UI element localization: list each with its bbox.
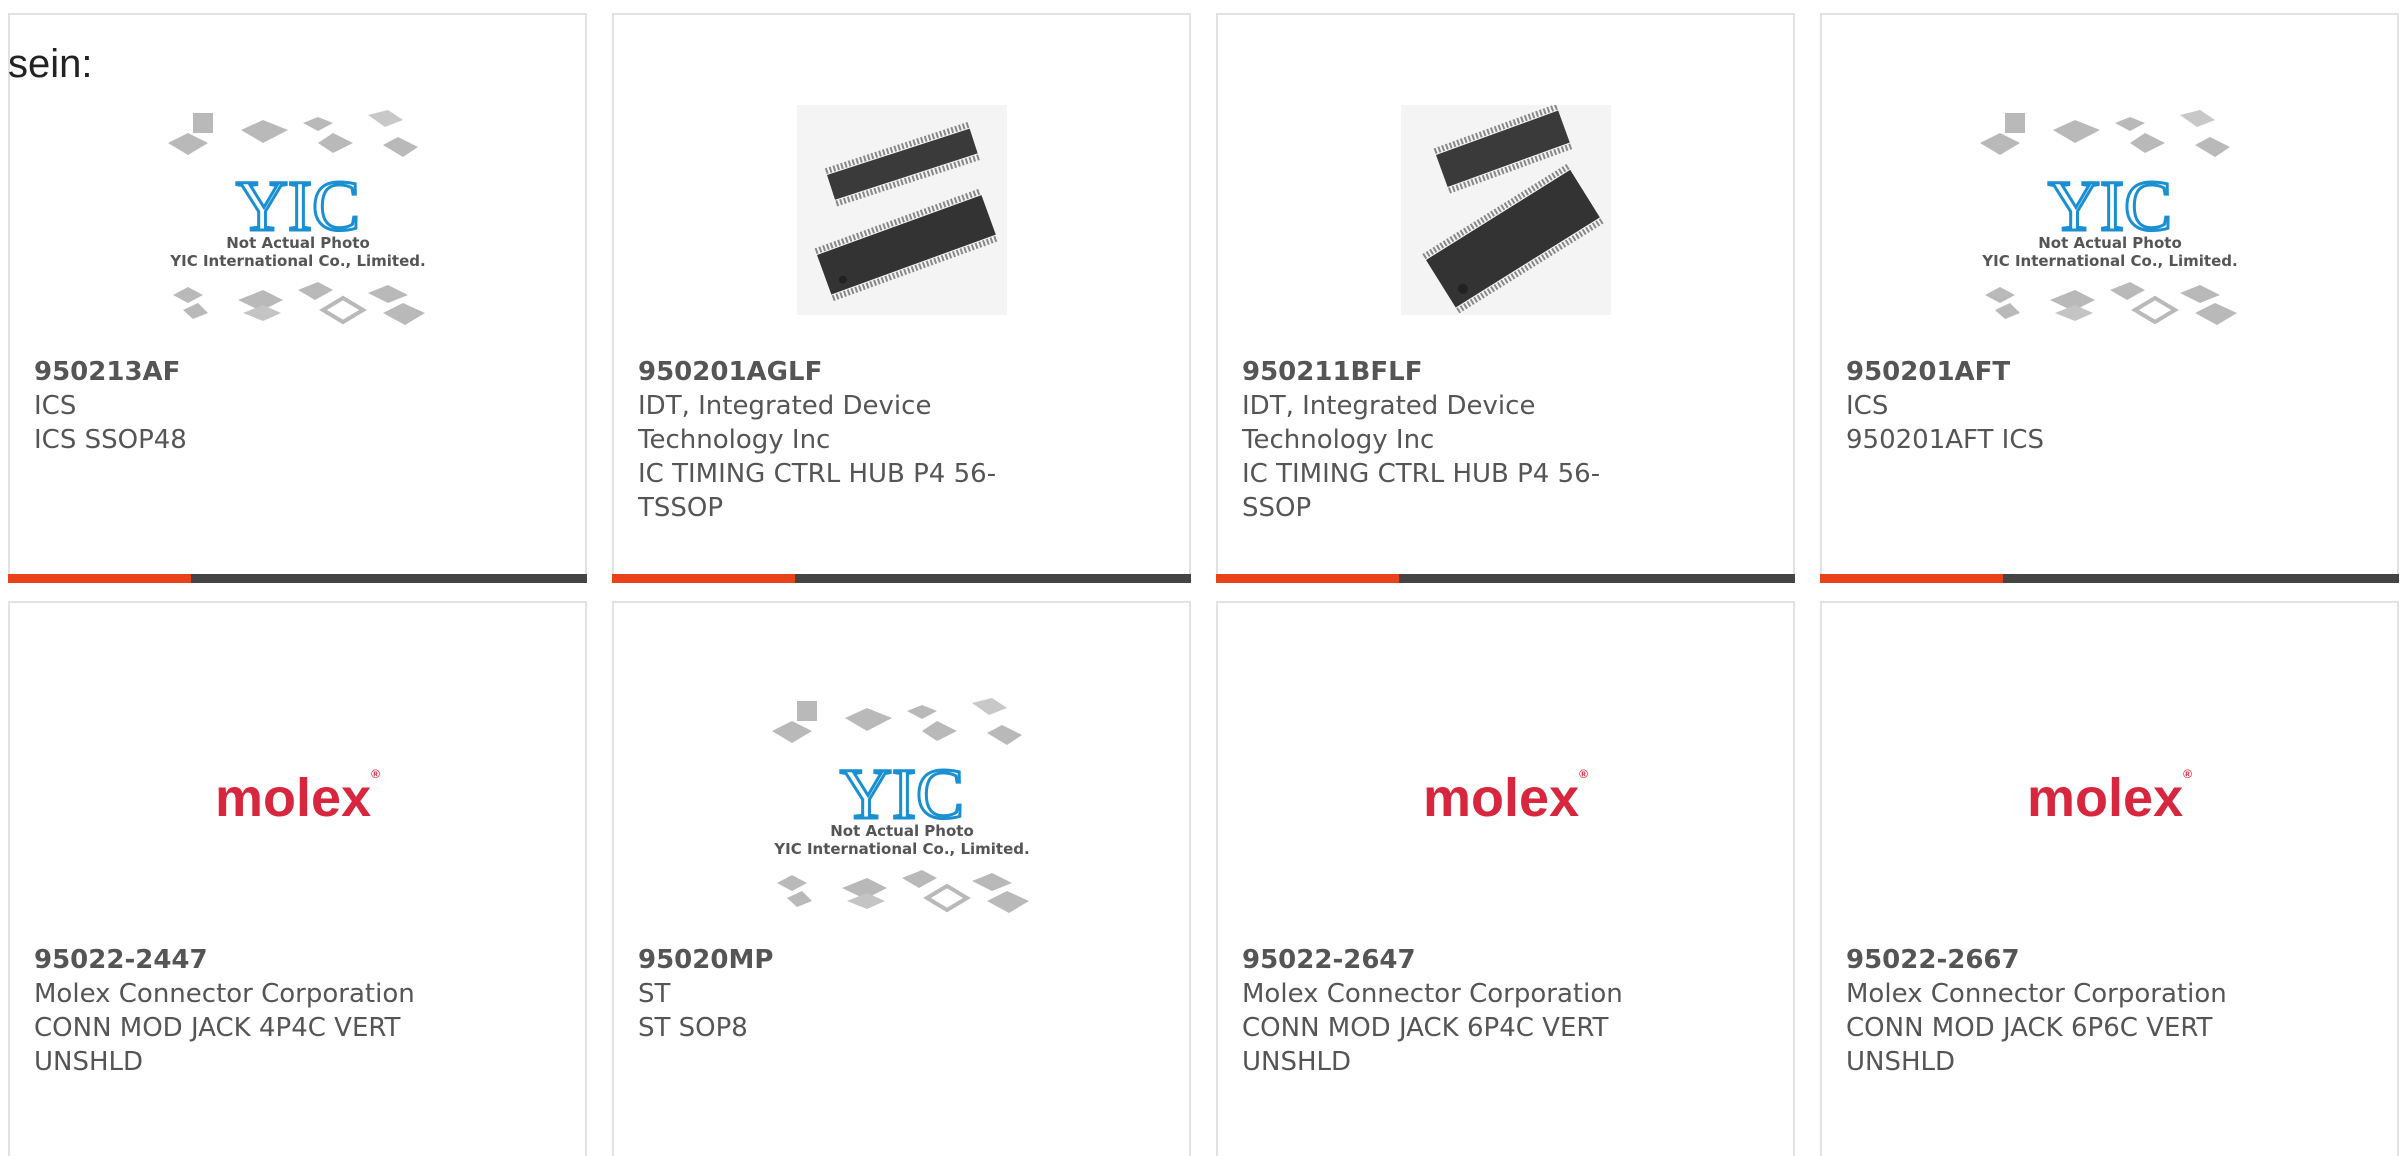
card-accent-bar	[612, 574, 1191, 583]
description-line: IC TIMING CTRL HUB P4 56-	[638, 459, 997, 489]
product-card[interactable]: molex® 95022-2647 Molex Connector Corpor…	[1216, 601, 1795, 1156]
part-number[interactable]: 950211BFLF	[1242, 355, 1702, 389]
product-card[interactable]: YIC Not Actual Photo YIC International C…	[1820, 13, 2399, 583]
description-line: CONN MOD JACK 6P4C VERT	[1242, 1013, 1609, 1043]
product-meta: 950211BFLF IDT, Integrated Device Techno…	[1242, 355, 1702, 525]
product-card[interactable]: YIC Not Actual Photo YIC International C…	[8, 13, 587, 583]
product-image[interactable]: molex®	[1218, 643, 1793, 953]
svg-text:YIC International Co., Limited: YIC International Co., Limited.	[773, 840, 1029, 858]
ssop-chip-photo	[1400, 105, 1611, 315]
product-image-placeholder[interactable]: YIC Not Actual Photo YIC International C…	[10, 55, 585, 365]
molex-logo: molex®	[2027, 767, 2192, 828]
manufacturer: Molex Connector Corporation	[34, 979, 415, 1009]
description-line: UNSHLD	[34, 1047, 144, 1077]
svg-text:Not Actual Photo: Not Actual Photo	[830, 822, 974, 840]
product-image-placeholder[interactable]: YIC Not Actual Photo YIC International C…	[614, 643, 1189, 953]
product-image[interactable]	[614, 55, 1189, 365]
product-card[interactable]: molex® 95022-2667 Molex Connector Corpor…	[1820, 601, 2399, 1156]
product-image[interactable]: molex®	[1822, 643, 2397, 953]
part-number[interactable]: 950201AGLF	[638, 355, 1098, 389]
description: ST SOP8	[638, 1013, 748, 1043]
product-image[interactable]	[1218, 55, 1793, 365]
card-accent-bar	[1820, 574, 2399, 583]
svg-text:YIC International Co., Limited: YIC International Co., Limited.	[169, 252, 425, 270]
product-meta: 95020MP ST ST SOP8	[638, 943, 1098, 1045]
svg-text:Not Actual Photo: Not Actual Photo	[2038, 234, 2182, 252]
part-number[interactable]: 95022-2447	[34, 943, 494, 977]
product-meta: 950213AF ICS ICS SSOP48	[34, 355, 494, 457]
description-line: UNSHLD	[1846, 1047, 1956, 1077]
card-accent-bar	[8, 574, 587, 583]
product-meta: 95022-2667 Molex Connector Corporation C…	[1846, 943, 2306, 1079]
tssop-chip-photo	[796, 105, 1007, 315]
svg-text:YIC International Co., Limited: YIC International Co., Limited.	[1981, 252, 2237, 270]
manufacturer: ST	[638, 979, 671, 1009]
manufacturer: ICS	[34, 391, 77, 421]
manufacturer-line: Technology Inc	[638, 425, 831, 455]
description: 950201AFT ICS	[1846, 425, 2045, 455]
description-line: SSOP	[1242, 493, 1312, 523]
product-card[interactable]: YIC Not Actual Photo YIC International C…	[612, 601, 1191, 1156]
product-meta: 950201AFT ICS 950201AFT ICS	[1846, 355, 2306, 457]
svg-text:Not Actual Photo: Not Actual Photo	[226, 234, 370, 252]
yic-placeholder-image: YIC Not Actual Photo YIC International C…	[167, 110, 425, 325]
manufacturer: Molex Connector Corporation	[1242, 979, 1623, 1009]
card-accent-bar	[1216, 574, 1795, 583]
part-number[interactable]: 95020MP	[638, 943, 1098, 977]
product-image-placeholder[interactable]: YIC Not Actual Photo YIC International C…	[1822, 55, 2397, 365]
part-number[interactable]: 950201AFT	[1846, 355, 2306, 389]
product-grid-page: sein: YIC Not Actual Photo YIC Internati…	[0, 0, 2400, 1156]
molex-logo: molex®	[1423, 767, 1588, 828]
manufacturer-line: IDT, Integrated Device	[638, 391, 932, 421]
part-number[interactable]: 950213AF	[34, 355, 494, 389]
product-card[interactable]: molex® 95022-2447 Molex Connector Corpor…	[8, 601, 587, 1156]
product-meta: 95022-2647 Molex Connector Corporation C…	[1242, 943, 1702, 1079]
description-line: CONN MOD JACK 4P4C VERT	[34, 1013, 401, 1043]
description-line: IC TIMING CTRL HUB P4 56-	[1242, 459, 1601, 489]
description: ICS SSOP48	[34, 425, 187, 455]
manufacturer: ICS	[1846, 391, 1889, 421]
product-card[interactable]: 950211BFLF IDT, Integrated Device Techno…	[1216, 13, 1795, 583]
manufacturer-line: IDT, Integrated Device	[1242, 391, 1536, 421]
part-number[interactable]: 95022-2667	[1846, 943, 2306, 977]
molex-logo: molex®	[215, 767, 380, 828]
part-number[interactable]: 95022-2647	[1242, 943, 1702, 977]
manufacturer-line: Technology Inc	[1242, 425, 1435, 455]
yic-placeholder-image: YIC Not Actual Photo YIC International C…	[1979, 110, 2237, 325]
description-line: UNSHLD	[1242, 1047, 1352, 1077]
description-line: TSSOP	[638, 493, 724, 523]
intro-text: sein:	[8, 42, 93, 86]
product-meta: 95022-2447 Molex Connector Corporation C…	[34, 943, 494, 1079]
product-meta: 950201AGLF IDT, Integrated Device Techno…	[638, 355, 1098, 525]
description-line: CONN MOD JACK 6P6C VERT	[1846, 1013, 2213, 1043]
yic-placeholder-image: YIC Not Actual Photo YIC International C…	[771, 698, 1029, 913]
product-image[interactable]: molex®	[10, 643, 585, 953]
manufacturer: Molex Connector Corporation	[1846, 979, 2227, 1009]
product-card[interactable]: 950201AGLF IDT, Integrated Device Techno…	[612, 13, 1191, 583]
